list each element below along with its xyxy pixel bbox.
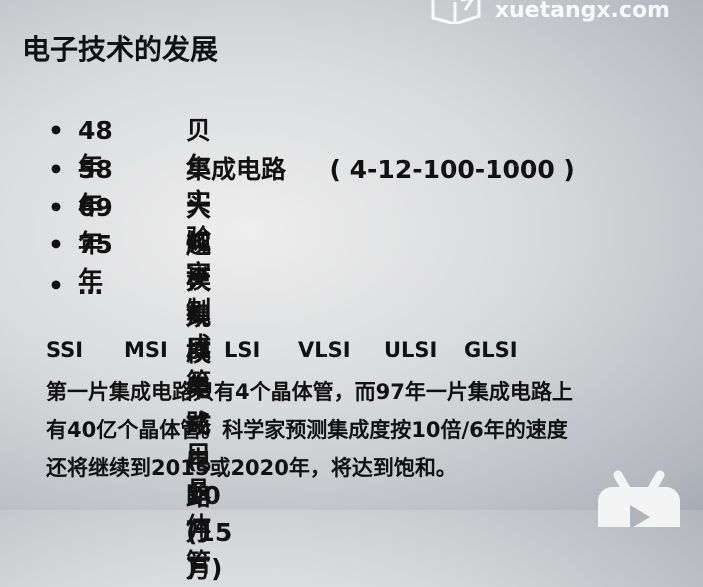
level-label: MSI xyxy=(124,338,168,362)
xuetangx-watermark: xuetangx.com xyxy=(429,0,670,24)
level-label: VLSI xyxy=(298,338,351,362)
level-label: GLSI xyxy=(464,338,518,362)
book-logo-icon xyxy=(431,0,481,24)
bullet-text: 集成电路 ( 4-12-100-1000 ) xyxy=(186,155,575,184)
bullet-year: … xyxy=(78,271,103,300)
level-label: SSI xyxy=(46,338,84,362)
level-label: LSI xyxy=(224,338,261,362)
watermark-text: xuetangx.com xyxy=(494,0,670,23)
paragraph-line: 还将继续到2015或2020年，将达到饱和。 xyxy=(46,456,457,480)
bilibili-tv-icon xyxy=(598,470,680,527)
paragraph-line: 第一片集成电路只有4个晶体管，而97年一片集成电路上 xyxy=(46,380,573,404)
paragraph-line: 有40亿个晶体管。科学家预测集成度按10倍/6年的速度 xyxy=(46,418,568,442)
integration-levels: SSI MSI LSI VLSI ULSI GLSI xyxy=(46,338,518,362)
slide-title: 电子技术的发展 xyxy=(22,33,219,66)
bullet-text: 超大规模集成电路(15万) xyxy=(186,230,233,583)
level-label: ULSI xyxy=(384,338,438,362)
